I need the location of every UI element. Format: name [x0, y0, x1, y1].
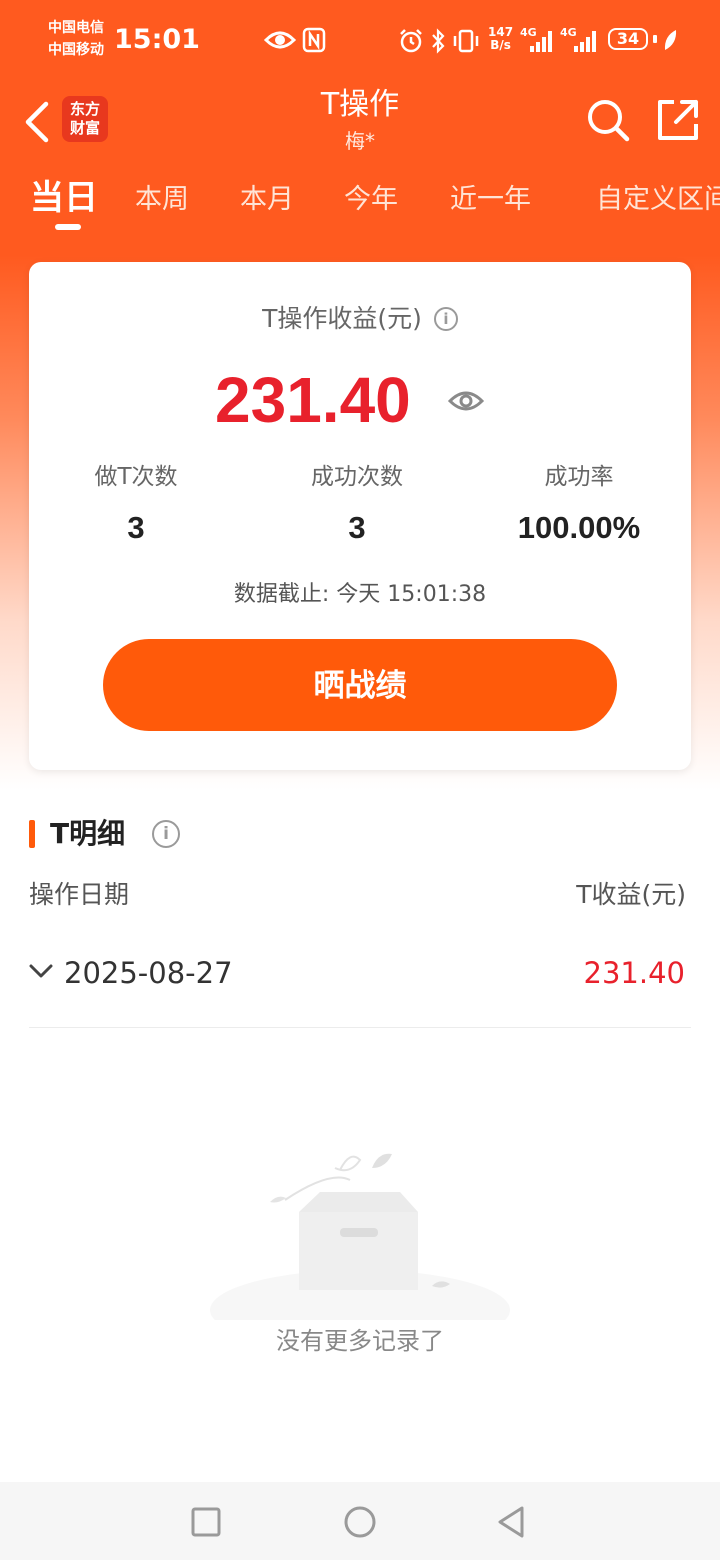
row-profit: 231.40: [583, 956, 685, 990]
app-logo: 东方 财富: [62, 96, 108, 142]
tab-this-week[interactable]: 本周: [135, 182, 189, 218]
chevron-down-icon[interactable]: [29, 964, 53, 980]
row-date: 2025-08-27: [64, 956, 233, 990]
search-icon[interactable]: [586, 98, 630, 142]
profit-label: T操作收益(元): [262, 304, 422, 333]
svg-text:4G: 4G: [520, 26, 537, 39]
status-bar: 中国电信 中国移动 15:01 147 B/s 4G 4G 34: [0, 0, 720, 80]
tab-custom-range[interactable]: 自定义区间: [596, 182, 720, 218]
eye-toggle-icon[interactable]: [447, 382, 485, 420]
column-header-date: 操作日期: [29, 880, 130, 909]
battery-indicator: 34: [608, 28, 648, 50]
bluetooth-icon: [432, 28, 445, 54]
logo-line-2: 财富: [69, 119, 100, 137]
tab-today[interactable]: 当日: [30, 178, 98, 218]
tab-this-year[interactable]: 今年: [344, 182, 398, 218]
system-navigation-bar: [0, 1482, 720, 1560]
stat-label-t-count: 做T次数: [94, 464, 178, 490]
data-cutoff-time: 数据截止: 今天 15:01:38: [233, 582, 487, 607]
tab-this-month[interactable]: 本月: [240, 182, 294, 218]
share-icon[interactable]: [656, 98, 700, 142]
vibrate-icon: [453, 29, 479, 53]
tab-last-year[interactable]: 近一年: [450, 182, 531, 218]
home-icon[interactable]: [342, 1504, 378, 1540]
stat-value-success-rate: 100.00%: [517, 510, 641, 545]
page-title: T操作: [320, 87, 400, 122]
back-arrow-icon[interactable]: [20, 100, 56, 144]
stat-label-success-rate: 成功率: [544, 464, 614, 490]
carrier-2: 中国移动: [48, 42, 104, 58]
detail-section-title: T明细: [50, 817, 126, 850]
stat-value-t-count: 3: [127, 510, 145, 545]
alarm-icon: [400, 29, 422, 53]
status-time: 15:01: [114, 24, 200, 55]
summary-card: T操作收益(元) i 231.40 做T次数 3 成功次数 3 成功率 100.0…: [29, 262, 691, 770]
column-header-profit: T收益(元): [576, 880, 686, 909]
period-tabs: 当日 本周 本月 今年 近一年 自定义区间: [0, 172, 720, 236]
recent-apps-icon[interactable]: [188, 1504, 224, 1540]
eye-icon: [264, 31, 296, 49]
share-results-button[interactable]: 晒战绩: [103, 639, 617, 731]
table-row[interactable]: 2025-08-27 231.40: [29, 936, 691, 1028]
section-accent-bar: [29, 820, 35, 848]
stat-label-success-count: 成功次数: [311, 464, 403, 490]
stat-value-success-count: 3: [348, 510, 366, 545]
logo-line-1: 东方: [69, 100, 100, 118]
profit-label-row: T操作收益(元) i: [29, 302, 691, 335]
net-speed-unit: B/s: [490, 38, 511, 52]
active-tab-indicator: [55, 224, 81, 230]
back-icon[interactable]: [494, 1504, 530, 1540]
detail-info-icon[interactable]: i: [152, 820, 180, 848]
profit-value: 231.40: [215, 364, 411, 436]
nfc-icon: [302, 27, 326, 53]
battery-tip-icon: [653, 35, 657, 43]
signal-4g-icon: 4G: [520, 26, 552, 52]
empty-state-text: 没有更多记录了: [276, 1327, 444, 1355]
empty-box-illustration: [210, 1153, 510, 1320]
leaf-icon: [664, 30, 677, 50]
network-speed: 147 B/s: [488, 26, 513, 52]
svg-text:4G: 4G: [560, 26, 577, 39]
page-subtitle: 梅*: [345, 129, 375, 153]
carrier-1: 中国电信: [48, 20, 104, 36]
signal-4g-icon: 4G: [560, 26, 596, 52]
info-icon[interactable]: i: [433, 307, 458, 331]
